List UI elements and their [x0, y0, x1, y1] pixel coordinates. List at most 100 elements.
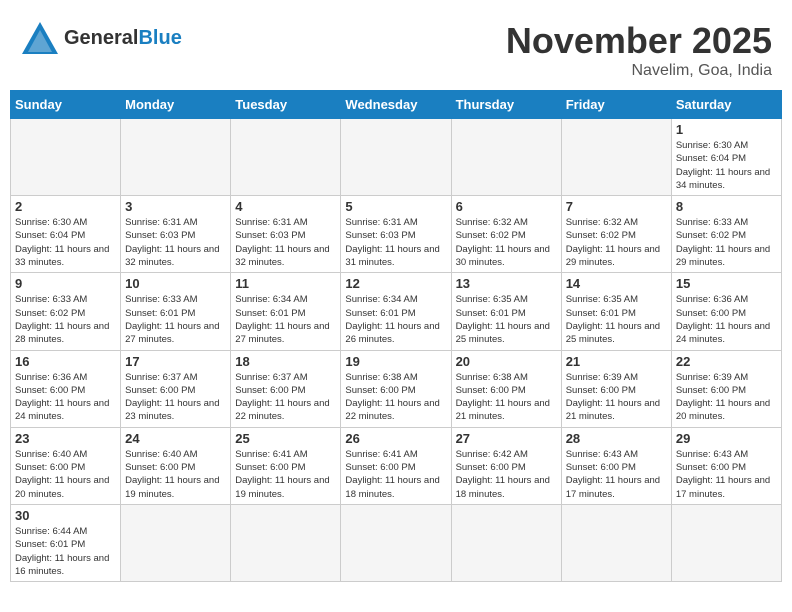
day-info: Sunrise: 6:44 AM Sunset: 6:01 PM Dayligh…: [15, 525, 116, 578]
calendar-cell: [341, 504, 451, 581]
day-number: 17: [125, 354, 226, 369]
day-info: Sunrise: 6:34 AM Sunset: 6:01 PM Dayligh…: [345, 293, 446, 346]
day-number: 22: [676, 354, 777, 369]
day-info: Sunrise: 6:34 AM Sunset: 6:01 PM Dayligh…: [235, 293, 336, 346]
day-info: Sunrise: 6:40 AM Sunset: 6:00 PM Dayligh…: [15, 448, 116, 501]
day-info: Sunrise: 6:38 AM Sunset: 6:00 PM Dayligh…: [456, 371, 557, 424]
calendar-table: SundayMondayTuesdayWednesdayThursdayFrid…: [10, 90, 782, 582]
day-number: 9: [15, 276, 116, 291]
calendar-week-row: 2 Sunrise: 6:30 AM Sunset: 6:04 PM Daylig…: [11, 196, 782, 273]
day-info: Sunrise: 6:37 AM Sunset: 6:00 PM Dayligh…: [235, 371, 336, 424]
day-number: 29: [676, 431, 777, 446]
calendar-cell: 18 Sunrise: 6:37 AM Sunset: 6:00 PM Dayli…: [231, 350, 341, 427]
calendar-cell: 29 Sunrise: 6:43 AM Sunset: 6:00 PM Dayli…: [671, 427, 781, 504]
weekday-header-sunday: Sunday: [11, 91, 121, 119]
logo-text: GeneralBlue: [64, 27, 182, 49]
calendar-cell: 20 Sunrise: 6:38 AM Sunset: 6:00 PM Dayli…: [451, 350, 561, 427]
day-info: Sunrise: 6:39 AM Sunset: 6:00 PM Dayligh…: [676, 371, 777, 424]
day-info: Sunrise: 6:43 AM Sunset: 6:00 PM Dayligh…: [676, 448, 777, 501]
calendar-cell: 11Sunrise: 6:34 AM Sunset: 6:01 PM Dayli…: [231, 273, 341, 350]
page-header: GeneralBlue November 2025 Navelim, Goa, …: [10, 10, 782, 85]
calendar-cell: [121, 119, 231, 196]
day-number: 2: [15, 199, 116, 214]
calendar-week-row: 30 Sunrise: 6:44 AM Sunset: 6:01 PM Dayli…: [11, 504, 782, 581]
weekday-header-tuesday: Tuesday: [231, 91, 341, 119]
calendar-cell: [561, 119, 671, 196]
day-info: Sunrise: 6:36 AM Sunset: 6:00 PM Dayligh…: [15, 371, 116, 424]
title-area: November 2025 Navelim, Goa, India: [506, 20, 772, 80]
day-info: Sunrise: 6:39 AM Sunset: 6:00 PM Dayligh…: [566, 371, 667, 424]
day-number: 23: [15, 431, 116, 446]
day-info: Sunrise: 6:41 AM Sunset: 6:00 PM Dayligh…: [235, 448, 336, 501]
day-number: 8: [676, 199, 777, 214]
day-number: 4: [235, 199, 336, 214]
day-number: 13: [456, 276, 557, 291]
calendar-cell: [561, 504, 671, 581]
calendar-cell: 26Sunrise: 6:41 AM Sunset: 6:00 PM Dayli…: [341, 427, 451, 504]
day-number: 3: [125, 199, 226, 214]
day-info: Sunrise: 6:31 AM Sunset: 6:03 PM Dayligh…: [345, 216, 446, 269]
calendar-cell: [121, 504, 231, 581]
calendar-cell: 2 Sunrise: 6:30 AM Sunset: 6:04 PM Daylig…: [11, 196, 121, 273]
day-number: 26: [345, 431, 446, 446]
day-info: Sunrise: 6:31 AM Sunset: 6:03 PM Dayligh…: [235, 216, 336, 269]
day-info: Sunrise: 6:31 AM Sunset: 6:03 PM Dayligh…: [125, 216, 226, 269]
calendar-week-row: 1Sunrise: 6:30 AM Sunset: 6:04 PM Daylig…: [11, 119, 782, 196]
logo-icon: [20, 20, 60, 56]
calendar-cell: 23 Sunrise: 6:40 AM Sunset: 6:00 PM Dayli…: [11, 427, 121, 504]
day-number: 5: [345, 199, 446, 214]
weekday-header-monday: Monday: [121, 91, 231, 119]
day-number: 6: [456, 199, 557, 214]
calendar-cell: 17 Sunrise: 6:37 AM Sunset: 6:00 PM Dayli…: [121, 350, 231, 427]
day-number: 14: [566, 276, 667, 291]
day-info: Sunrise: 6:32 AM Sunset: 6:02 PM Dayligh…: [456, 216, 557, 269]
day-info: Sunrise: 6:42 AM Sunset: 6:00 PM Dayligh…: [456, 448, 557, 501]
calendar-cell: 9 Sunrise: 6:33 AM Sunset: 6:02 PM Daylig…: [11, 273, 121, 350]
calendar-cell: 13 Sunrise: 6:35 AM Sunset: 6:01 PM Dayli…: [451, 273, 561, 350]
day-number: 30: [15, 508, 116, 523]
calendar-cell: 8 Sunrise: 6:33 AM Sunset: 6:02 PM Daylig…: [671, 196, 781, 273]
day-number: 19: [345, 354, 446, 369]
calendar-cell: 14 Sunrise: 6:35 AM Sunset: 6:01 PM Dayli…: [561, 273, 671, 350]
day-info: Sunrise: 6:37 AM Sunset: 6:00 PM Dayligh…: [125, 371, 226, 424]
calendar-cell: [231, 119, 341, 196]
day-info: Sunrise: 6:33 AM Sunset: 6:01 PM Dayligh…: [125, 293, 226, 346]
day-info: Sunrise: 6:33 AM Sunset: 6:02 PM Dayligh…: [15, 293, 116, 346]
day-info: Sunrise: 6:33 AM Sunset: 6:02 PM Dayligh…: [676, 216, 777, 269]
calendar-week-row: 16Sunrise: 6:36 AM Sunset: 6:00 PM Dayli…: [11, 350, 782, 427]
calendar-cell: 10Sunrise: 6:33 AM Sunset: 6:01 PM Dayli…: [121, 273, 231, 350]
calendar-cell: 21Sunrise: 6:39 AM Sunset: 6:00 PM Dayli…: [561, 350, 671, 427]
calendar-cell: 30 Sunrise: 6:44 AM Sunset: 6:01 PM Dayli…: [11, 504, 121, 581]
day-info: Sunrise: 6:35 AM Sunset: 6:01 PM Dayligh…: [456, 293, 557, 346]
weekday-header-friday: Friday: [561, 91, 671, 119]
calendar-cell: 7 Sunrise: 6:32 AM Sunset: 6:02 PM Daylig…: [561, 196, 671, 273]
calendar-cell: [671, 504, 781, 581]
logo: GeneralBlue: [20, 20, 182, 56]
day-info: Sunrise: 6:32 AM Sunset: 6:02 PM Dayligh…: [566, 216, 667, 269]
calendar-cell: 28Sunrise: 6:43 AM Sunset: 6:00 PM Dayli…: [561, 427, 671, 504]
day-number: 7: [566, 199, 667, 214]
calendar-cell: 12 Sunrise: 6:34 AM Sunset: 6:01 PM Dayli…: [341, 273, 451, 350]
calendar-cell: [231, 504, 341, 581]
day-info: Sunrise: 6:30 AM Sunset: 6:04 PM Dayligh…: [15, 216, 116, 269]
month-title: November 2025: [506, 20, 772, 62]
day-number: 24: [125, 431, 226, 446]
day-number: 27: [456, 431, 557, 446]
calendar-cell: 27 Sunrise: 6:42 AM Sunset: 6:00 PM Dayli…: [451, 427, 561, 504]
calendar-cell: [341, 119, 451, 196]
day-number: 28: [566, 431, 667, 446]
weekday-header-row: SundayMondayTuesdayWednesdayThursdayFrid…: [11, 91, 782, 119]
calendar-cell: [451, 119, 561, 196]
calendar-cell: 3 Sunrise: 6:31 AM Sunset: 6:03 PM Daylig…: [121, 196, 231, 273]
calendar-cell: 4 Sunrise: 6:31 AM Sunset: 6:03 PM Daylig…: [231, 196, 341, 273]
calendar-cell: 5 Sunrise: 6:31 AM Sunset: 6:03 PM Daylig…: [341, 196, 451, 273]
weekday-header-saturday: Saturday: [671, 91, 781, 119]
day-number: 18: [235, 354, 336, 369]
weekday-header-wednesday: Wednesday: [341, 91, 451, 119]
day-number: 25: [235, 431, 336, 446]
day-number: 20: [456, 354, 557, 369]
calendar-cell: 25 Sunrise: 6:41 AM Sunset: 6:00 PM Dayli…: [231, 427, 341, 504]
day-number: 12: [345, 276, 446, 291]
day-info: Sunrise: 6:35 AM Sunset: 6:01 PM Dayligh…: [566, 293, 667, 346]
day-number: 1: [676, 122, 777, 137]
